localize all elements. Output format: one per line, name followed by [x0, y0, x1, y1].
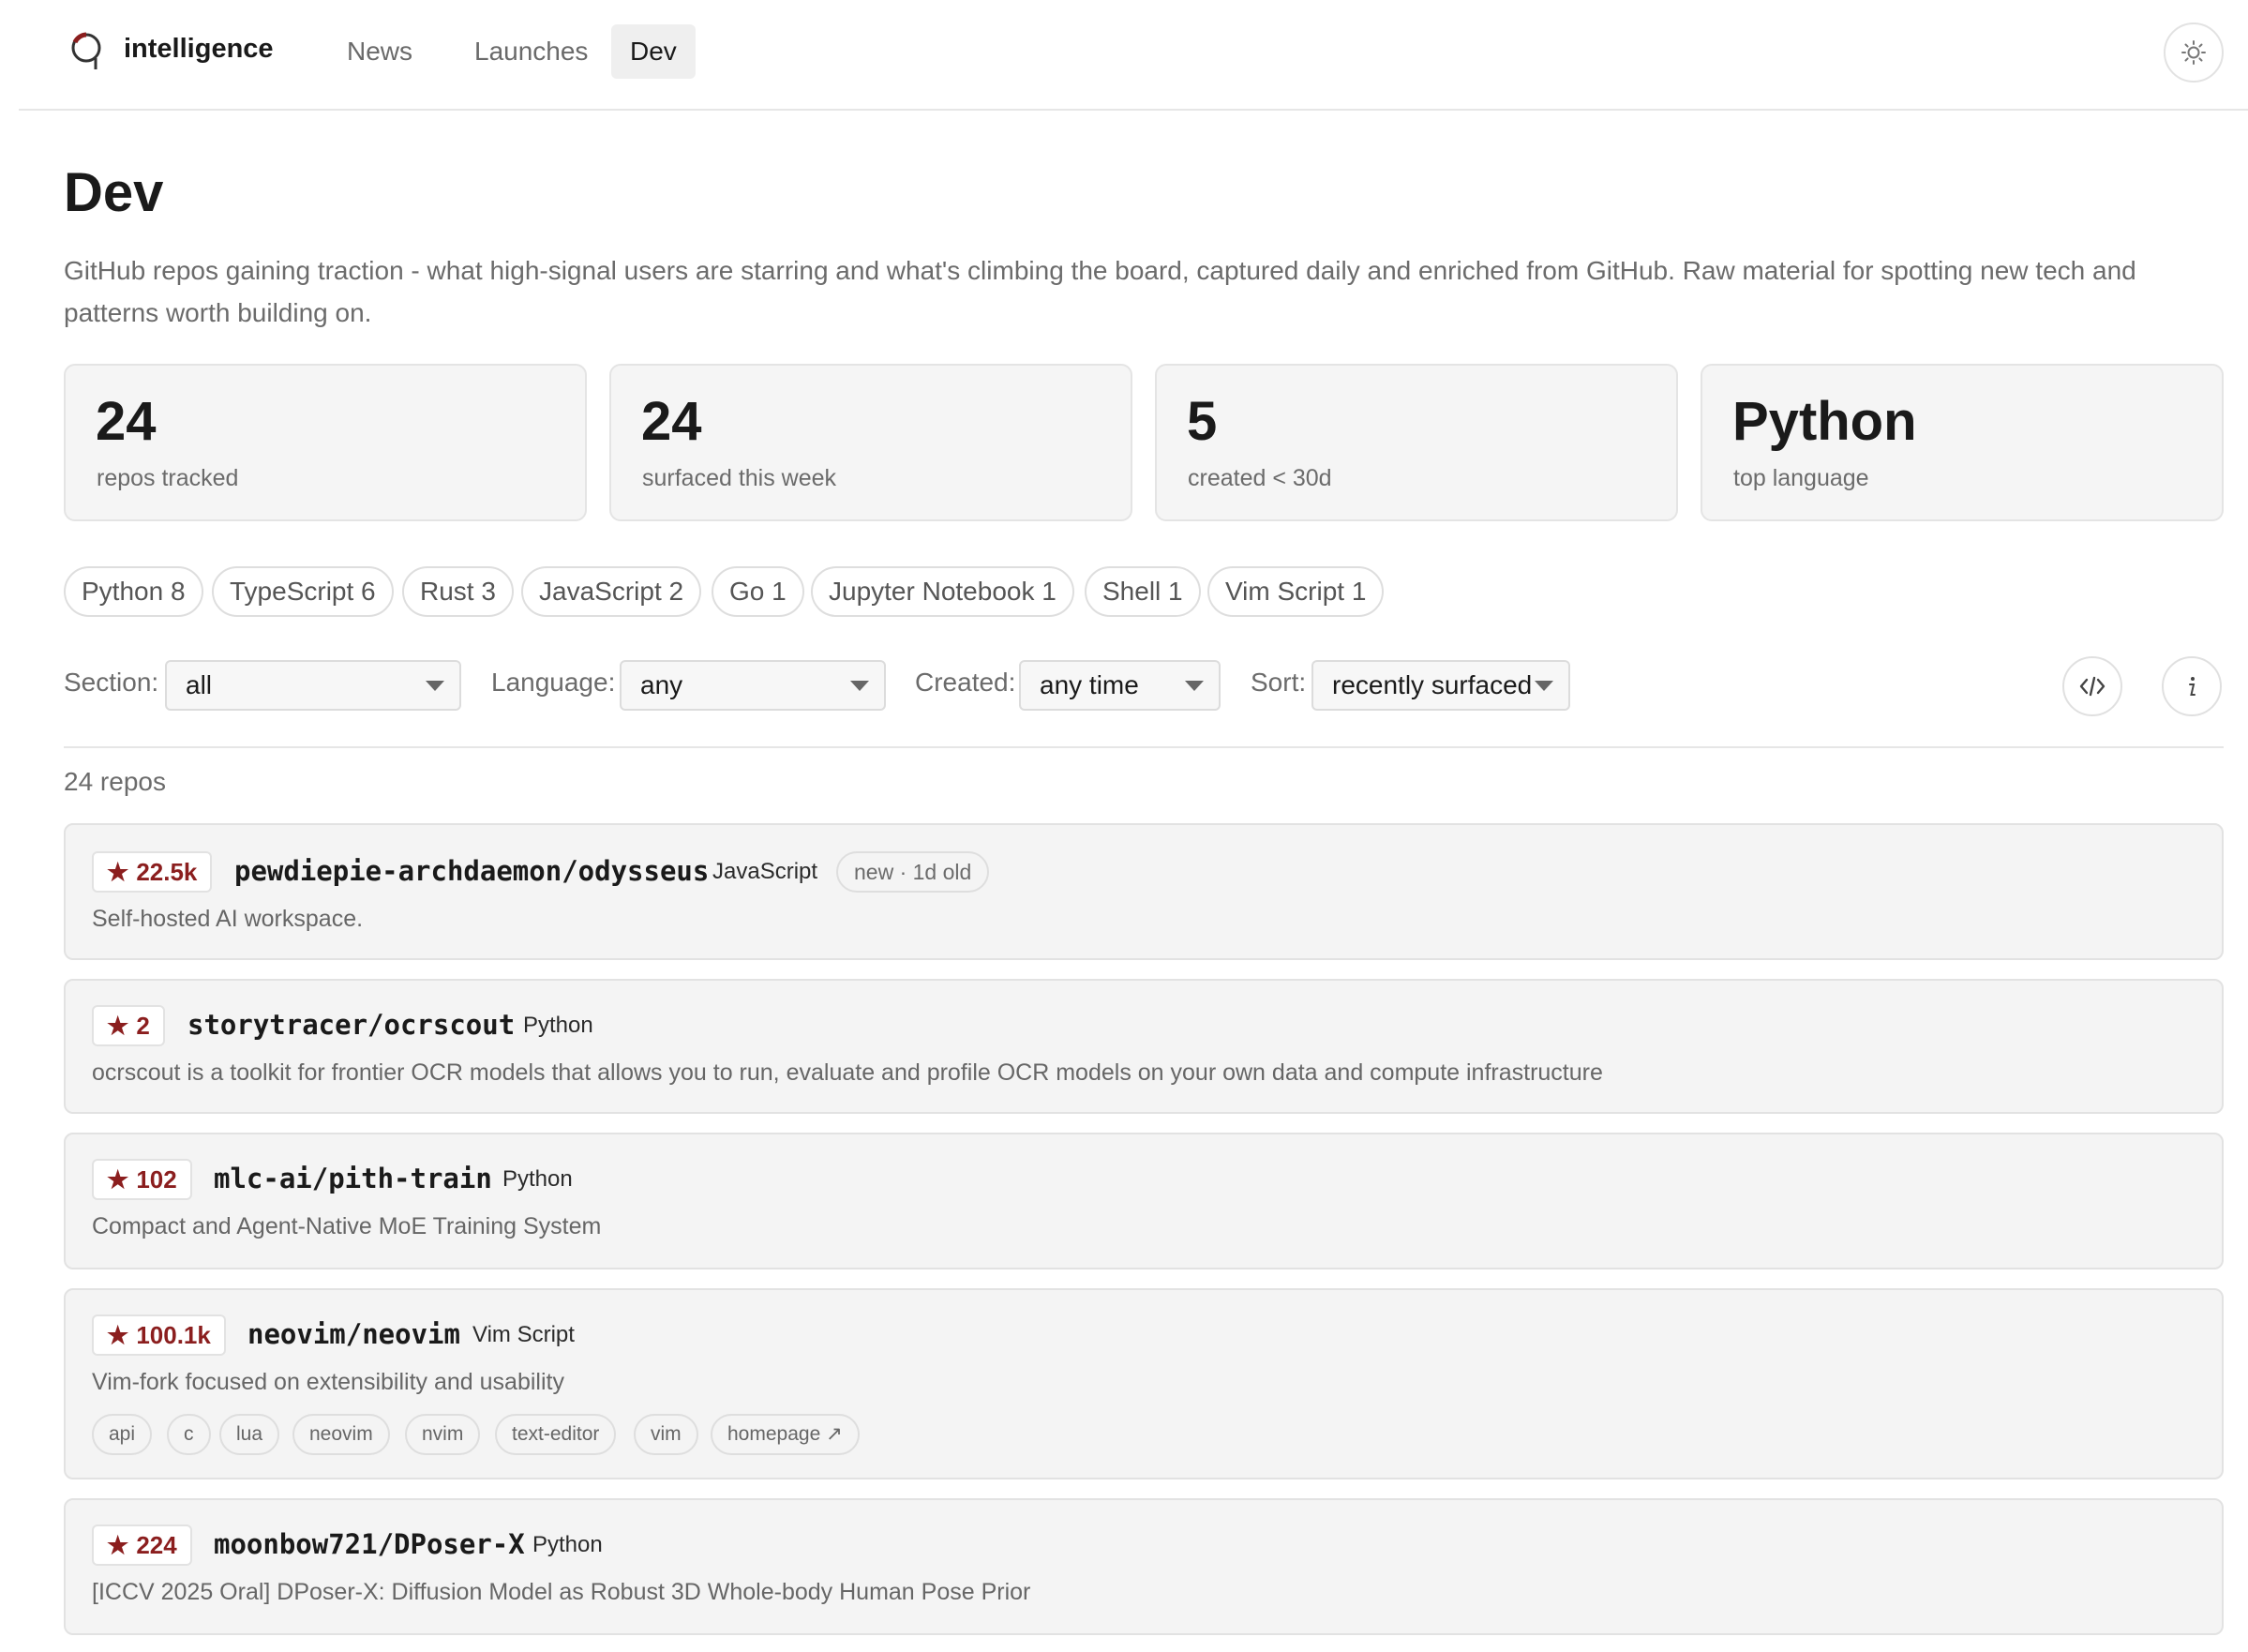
star-count-badge: ★ 224 [92, 1524, 192, 1566]
repo-language: Python [523, 1013, 593, 1038]
repo-description: ocrscout is a toolkit for frontier OCR m… [92, 1059, 1603, 1086]
repo-card[interactable]: ★ 100.1k neovim/neovim Vim Script Vim-for… [64, 1288, 2224, 1479]
code-icon [2079, 676, 2106, 697]
language-chip[interactable]: Python 8 [64, 566, 203, 617]
page-description: GitHub repos gaining traction - what hig… [64, 256, 2136, 327]
info-button[interactable] [2162, 656, 2222, 716]
star-count-badge: ★ 102 [92, 1159, 192, 1200]
language-chip[interactable]: Rust 3 [402, 566, 514, 617]
repo-language: JavaScript [712, 859, 818, 884]
chevron-down-icon [426, 681, 444, 691]
stat-value: 5 [1187, 391, 1218, 452]
new-badge: new · 1d old [836, 851, 990, 893]
topic-tag[interactable]: neovim [292, 1414, 390, 1455]
topic-tag[interactable]: api [92, 1414, 153, 1455]
topic-tag[interactable]: lua [219, 1414, 280, 1455]
repo-name-link[interactable]: moonbow721/DPoser-X [214, 1528, 525, 1560]
repo-name-link[interactable]: storytracer/ocrscout [187, 1009, 515, 1041]
repo-description: Self-hosted AI workspace. [92, 906, 364, 932]
chevron-down-icon [850, 681, 869, 691]
info-icon [2189, 677, 2196, 696]
repo-language: Vim Script [472, 1322, 575, 1347]
star-icon: ★ [107, 1531, 129, 1559]
section-filter-label: Section: [64, 668, 159, 697]
stat-card-repos-tracked: 24 repos tracked [64, 364, 587, 521]
created-filter-label: Created: [915, 668, 1016, 697]
star-count-badge: ★ 100.1k [92, 1314, 226, 1356]
top-nav-bar: intelligence News Launches Dev [19, 0, 2248, 111]
logo-icon[interactable] [66, 28, 111, 73]
page-title: Dev [64, 162, 164, 223]
repo-description: [ICCV 2025 Oral] DPoser-X: Diffusion Mod… [92, 1579, 1031, 1605]
star-count: 102 [136, 1165, 177, 1194]
language-select[interactable]: any [620, 660, 886, 711]
language-chip[interactable]: Shell 1 [1085, 566, 1201, 617]
repo-card[interactable]: ★ 102 mlc-ai/pith-train Python Compact an… [64, 1133, 2224, 1269]
embed-code-button[interactable] [2062, 656, 2122, 716]
sort-select[interactable]: recently surfaced [1311, 660, 1570, 711]
repo-name-link[interactable]: neovim/neovim [247, 1318, 460, 1350]
repo-description: Compact and Agent-Native MoE Training Sy… [92, 1213, 602, 1239]
sort-select-value: recently surfaced [1332, 670, 1533, 699]
created-select[interactable]: any time [1019, 660, 1221, 711]
created-select-value: any time [1040, 670, 1139, 699]
repo-card[interactable]: ★ 224 moonbow721/DPoser-X Python [ICCV 20… [64, 1498, 2224, 1635]
stat-label: repos tracked [97, 465, 239, 491]
star-count: 224 [136, 1531, 177, 1559]
language-chip[interactable]: Go 1 [712, 566, 804, 617]
repo-language: Python [502, 1166, 573, 1192]
stat-value: 24 [96, 391, 157, 452]
stat-value: Python [1732, 391, 1917, 452]
topic-tag[interactable]: text-editor [495, 1414, 617, 1455]
language-chip[interactable]: Jupyter Notebook 1 [811, 566, 1074, 617]
topic-tag[interactable]: vim [634, 1414, 698, 1455]
language-select-value: any [640, 670, 683, 699]
repo-card[interactable]: ★ 22.5k pewdiepie-archdaemon/odysseus Jav… [64, 823, 2224, 960]
sun-icon [2181, 40, 2206, 65]
divider [64, 746, 2224, 748]
repo-name-link[interactable]: pewdiepie-archdaemon/odysseus [234, 855, 709, 887]
stat-card-top-language: Python top language [1701, 364, 2224, 521]
nav-launches[interactable]: Launches [456, 24, 607, 79]
star-count-badge: ★ 22.5k [92, 851, 213, 893]
star-count-badge: ★ 2 [92, 1005, 165, 1046]
star-icon: ★ [107, 858, 129, 886]
repo-description: Vim-fork focused on extensibility and us… [92, 1369, 564, 1395]
repo-count: 24 repos [64, 767, 166, 796]
star-icon: ★ [107, 1165, 129, 1194]
star-icon: ★ [107, 1321, 129, 1349]
section-select[interactable]: all [165, 660, 461, 711]
section-select-value: all [186, 670, 213, 699]
theme-toggle-button[interactable] [2164, 23, 2224, 83]
star-count: 100.1k [136, 1321, 211, 1349]
star-icon: ★ [107, 1012, 129, 1040]
language-chip[interactable]: JavaScript 2 [521, 566, 702, 617]
language-chip[interactable]: TypeScript 6 [212, 566, 394, 617]
nav-news[interactable]: News [328, 24, 431, 79]
star-count: 2 [136, 1012, 150, 1040]
star-count: 22.5k [136, 858, 198, 886]
sort-filter-label: Sort: [1251, 668, 1307, 697]
homepage-link[interactable]: homepage ↗ [711, 1414, 860, 1455]
brand-name[interactable]: intelligence [124, 34, 274, 65]
stat-card-surfaced-week: 24 surfaced this week [609, 364, 1132, 521]
stat-card-created-30d: 5 created < 30d [1155, 364, 1678, 521]
stat-label: top language [1733, 465, 1869, 491]
language-chip[interactable]: Vim Script 1 [1207, 566, 1385, 617]
language-filter-label: Language: [491, 668, 616, 697]
topic-tag[interactable]: c [167, 1414, 211, 1455]
chevron-down-icon [1185, 681, 1204, 691]
stat-label: surfaced this week [642, 465, 837, 491]
stat-label: created < 30d [1188, 465, 1332, 491]
repo-language: Python [532, 1532, 603, 1557]
stat-value: 24 [641, 391, 702, 452]
nav-dev[interactable]: Dev [611, 24, 696, 79]
repo-name-link[interactable]: mlc-ai/pith-train [214, 1163, 492, 1194]
chevron-down-icon [1535, 681, 1553, 691]
repo-card[interactable]: ★ 2 storytracer/ocrscout Python ocrscout … [64, 979, 2224, 1114]
topic-tag[interactable]: nvim [405, 1414, 481, 1455]
